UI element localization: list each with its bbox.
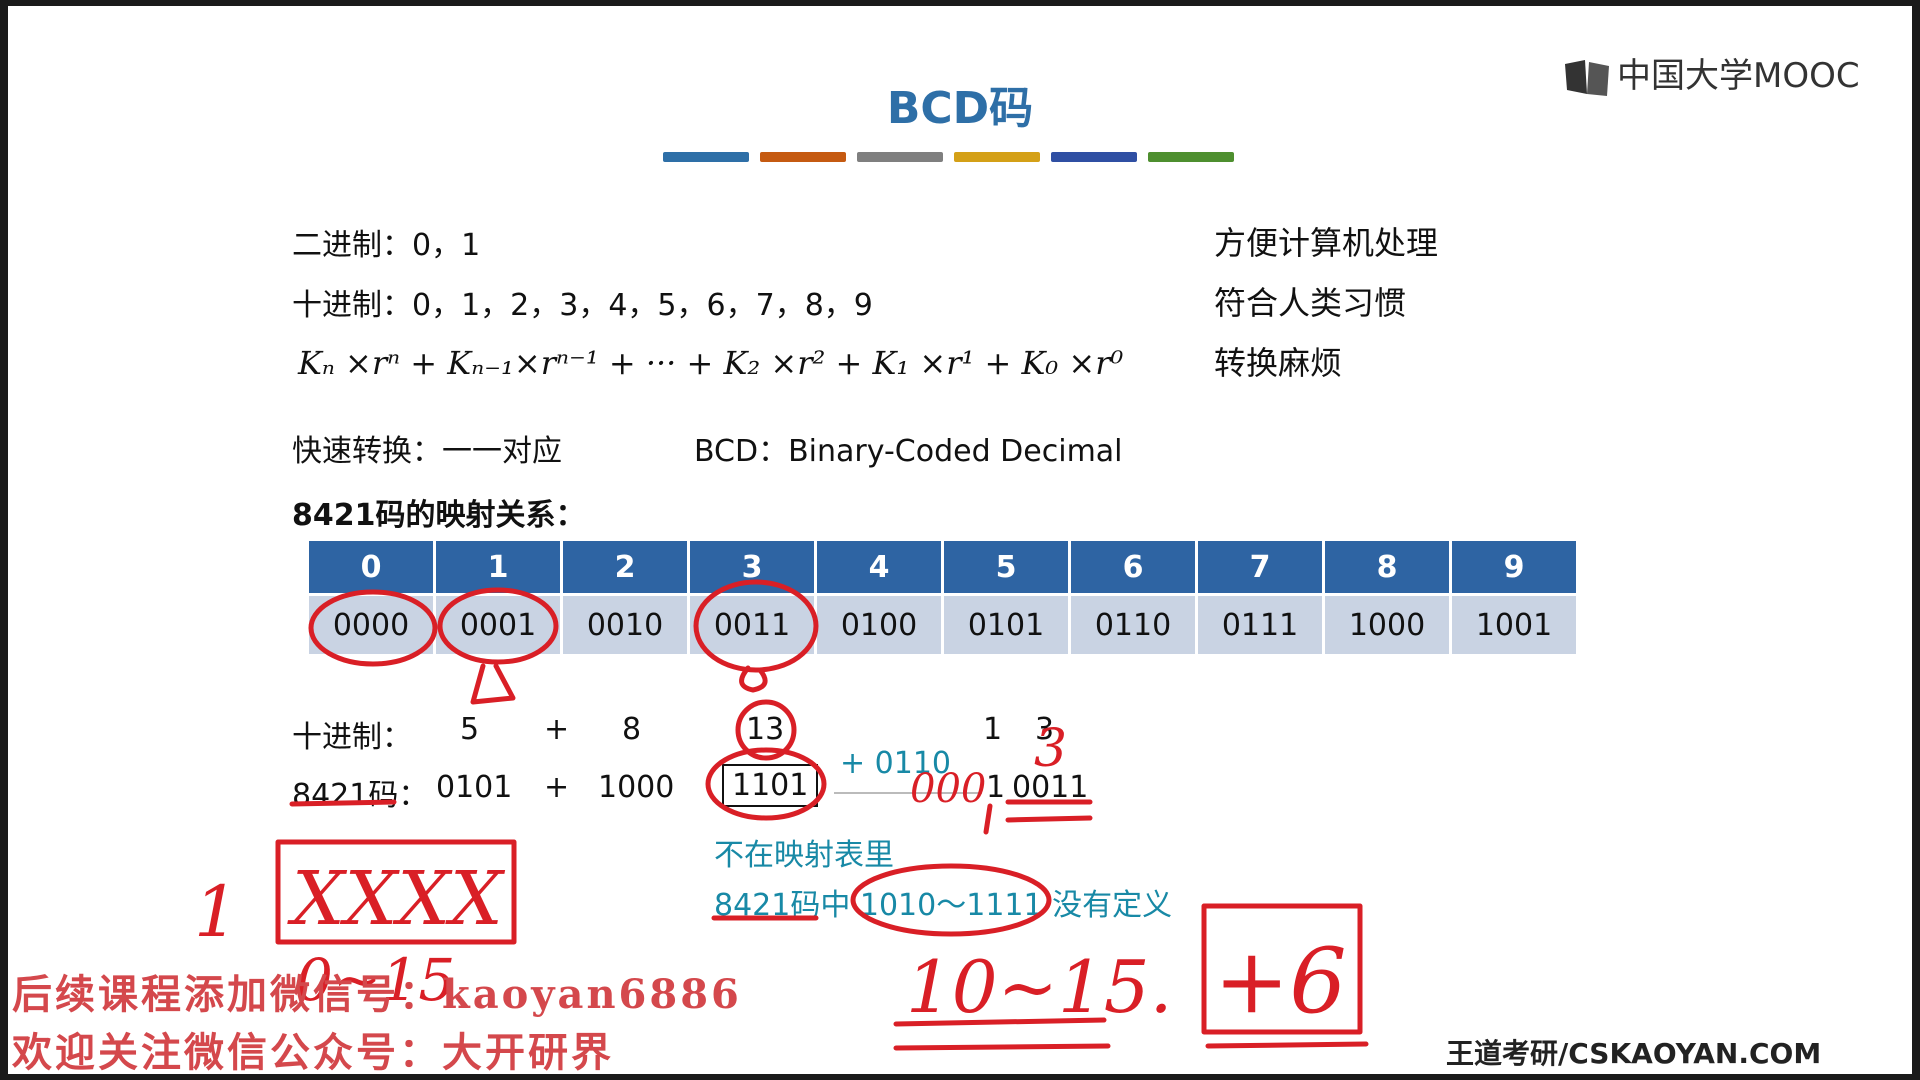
hand-plus6: +6 xyxy=(1214,929,1347,1034)
hand-range-right: 10~15. xyxy=(906,945,1172,1029)
mark-1-result xyxy=(983,803,993,835)
circle-0000 xyxy=(308,589,438,667)
mark-under-0001 xyxy=(470,663,516,705)
underline-10-15-2 xyxy=(893,1043,1111,1051)
watermark-line-2: 欢迎关注微信公众号：大开研界 xyxy=(12,1029,614,1074)
hand-one: 1 xyxy=(194,871,239,953)
footer-brand: 王道考研/CSKAOYAN.COM xyxy=(1446,1037,1822,1070)
circle-0011 xyxy=(693,579,819,673)
underline-plus6 xyxy=(1205,1041,1369,1049)
hand-xxxx: XXXX xyxy=(287,856,506,942)
underline-8421 xyxy=(289,799,397,807)
circle-0001 xyxy=(437,587,559,665)
watermark-line-1: 后续课程添加微信号：kaoyan6886 xyxy=(12,971,742,1018)
slide: BCD码 中国大学MOOC 二进制：0，1 十进制：0，1，2，3，4，5，6，… xyxy=(8,6,1912,1074)
circle-1010-1111 xyxy=(850,863,1052,937)
handwritten-annotations: XXXX 1 0~15 10~15. +6 000 3 xyxy=(194,579,1369,1051)
hand-zeros: 000 xyxy=(910,766,986,812)
hand-three: 3 xyxy=(1034,719,1067,779)
underline-result-2 xyxy=(1005,815,1093,823)
